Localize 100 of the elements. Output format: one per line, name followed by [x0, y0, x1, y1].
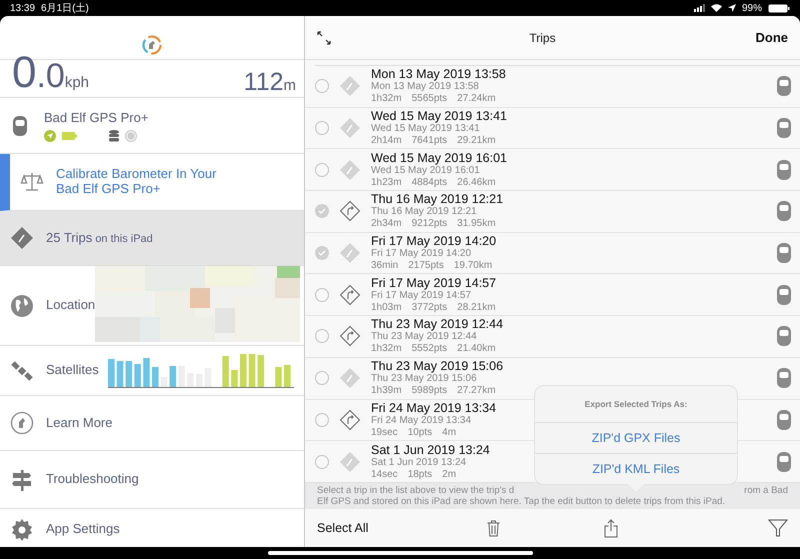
sidebar-item[interactable]: Location [0, 266, 304, 346]
trip-date: Thu 23 May 2019 15:06 [371, 373, 477, 386]
gps-device-icon [776, 75, 792, 98]
app-logo-icon [142, 35, 162, 55]
trip-points: 2175pts [408, 260, 444, 272]
speed-decimal: .0 [36, 59, 65, 93]
route-icon [10, 226, 34, 250]
trip-date: Thu 16 May 2019 12:21 [371, 206, 477, 218]
filter-icon[interactable] [768, 518, 788, 538]
gps-device-icon [776, 408, 792, 431]
settings-icon [10, 518, 34, 542]
trip-date: Fri 17 May 2019 14:57 [371, 290, 472, 302]
trip-points: 5565pts [412, 93, 448, 106]
trip-duration: 2h34m [371, 218, 402, 230]
trip-duration: 2h14m [371, 135, 402, 148]
battery-percent: 99% [742, 2, 762, 14]
sidebar-item[interactable]: Calibrate Barometer In Your Bad Elf GPS Pro+ [0, 154, 304, 211]
trip-distance: 28.21km [457, 302, 496, 314]
trip-duration: 36min [371, 260, 398, 272]
trip-title: Wed 15 May 2019 16:01 [371, 150, 507, 165]
trip-distance: 29.21km [457, 135, 496, 148]
trip-points: 10pts [408, 426, 432, 439]
trip-duration: 1h32m [371, 343, 402, 356]
status-date: 6月1日(土) [41, 2, 89, 15]
trip-duration: 14sec [371, 468, 398, 481]
panel-title: Trips [528, 30, 557, 44]
trip-date: Wed 15 May 2019 16:01 [371, 164, 480, 177]
trip-date: Wed 15 May 2019 13:41 [371, 123, 480, 136]
record-icon [125, 130, 137, 142]
select-checkbox[interactable] [315, 412, 329, 427]
trip-distance: 21.40km [457, 343, 496, 356]
trip-points: 7641pts [412, 135, 448, 148]
home-indicator[interactable] [268, 551, 532, 555]
trip-title: Wed 15 May 2019 13:41 [371, 109, 507, 124]
footer-text: Select a trip in the list above to view the trip's d [317, 484, 514, 496]
select-checkbox[interactable] [315, 329, 329, 344]
gps-device-icon [12, 114, 28, 136]
route-icon [339, 200, 361, 222]
trip-points: 9212pts [412, 218, 448, 230]
expand-icon[interactable] [317, 30, 331, 44]
route-icon [339, 284, 361, 306]
route-icon [339, 242, 361, 264]
gps-device-icon [776, 242, 792, 264]
signal-icon [694, 4, 705, 12]
location-arrow-icon [728, 4, 736, 12]
route-icon [339, 75, 361, 98]
gps-device-icon [776, 325, 792, 348]
share-icon[interactable] [604, 518, 618, 538]
trip-row[interactable]: Mon 13 May 2019 13:58 Mon 13 May 2019 13:58 1h32m 5565pts 27.24km [305, 66, 800, 108]
check-icon [318, 250, 326, 256]
select-checkbox[interactable] [315, 121, 329, 136]
trip-duration: 1h39m [371, 385, 402, 398]
trip-title: Mon 13 May 2019 13:58 [371, 67, 506, 82]
battery-icon [62, 132, 77, 140]
trip-duration: 1h23m [371, 176, 402, 189]
wifi-icon [710, 4, 722, 12]
trip-distance: 26.46km [457, 176, 496, 189]
trip-row[interactable]: Fri 17 May 2019 14:57 Fri 17 May 2019 14:57 1h03m 3772pts 28.21km [305, 274, 800, 316]
select-all-button[interactable]: Select All [317, 521, 368, 536]
trip-duration: 1h03m [371, 302, 402, 314]
trip-title: Thu 23 May 2019 12:44 [371, 317, 504, 332]
sidebar-item[interactable]: 25 Trips on this iPad [0, 211, 304, 266]
trip-row[interactable]: Wed 15 May 2019 13:41 Wed 15 May 2019 13:41 2h14m 7641pts 29.21km [305, 108, 800, 150]
route-icon [339, 158, 361, 181]
trip-distance: 27.24km [457, 93, 496, 106]
done-button[interactable]: Done [756, 30, 788, 45]
trash-icon[interactable] [487, 520, 500, 537]
trip-title: Thu 16 May 2019 12:21 [371, 192, 504, 206]
select-checkbox[interactable] [315, 246, 329, 260]
trip-row[interactable]: Thu 16 May 2019 12:21 Thu 16 May 2019 12:21 2h34m 9212pts 31.95km [305, 191, 800, 233]
trip-row[interactable]: Fri 17 May 2019 14:20 Fri 17 May 2019 14:20 36min 2175pts 19.70km [305, 232, 800, 274]
footer-text: Elf GPS and stored on this iPad are shown here. Tap the edit button to delete trips from this iPad. [317, 496, 726, 507]
select-checkbox[interactable] [315, 288, 329, 302]
select-checkbox[interactable] [315, 204, 329, 218]
trip-points: 4884pts [412, 176, 448, 189]
trip-date: Mon 13 May 2019 13:58 [371, 81, 479, 94]
export-option[interactable]: ZIP'd KML Files [535, 454, 737, 484]
trip-row[interactable]: Wed 15 May 2019 16:01 Wed 15 May 2019 16:01 1h23m 4884pts 26.46km [305, 149, 800, 192]
route-icon [339, 325, 361, 348]
select-checkbox[interactable] [315, 454, 329, 469]
elf-badge-icon [10, 411, 34, 435]
trip-distance: 31.95km [457, 218, 496, 230]
route-icon [339, 367, 361, 390]
trip-title: Fri 24 May 2019 13:34 [371, 400, 496, 415]
select-checkbox[interactable] [315, 162, 329, 177]
trip-row[interactable]: Thu 23 May 2019 12:44 Thu 23 May 2019 12:44 1h32m 5552pts 21.40km [305, 316, 800, 358]
altitude-value: 112 [244, 70, 284, 95]
satellite-icon [10, 358, 34, 382]
trip-duration: 1h32m [371, 93, 402, 106]
gps-device-icon [776, 450, 792, 473]
trip-date: Sat 1 Jun 2019 13:24 [371, 456, 466, 469]
export-option[interactable]: ZIP'd GPX Files [535, 423, 737, 454]
gps-device-icon [776, 284, 792, 306]
trip-title: Fri 17 May 2019 14:57 [371, 276, 496, 290]
trip-points: 5989pts [412, 385, 448, 398]
trip-date: Fri 17 May 2019 14:20 [371, 248, 472, 260]
select-checkbox[interactable] [315, 371, 329, 386]
select-checkbox[interactable] [315, 79, 329, 94]
trip-distance: 19.70km [454, 260, 492, 272]
trip-points: 5552pts [412, 343, 448, 356]
